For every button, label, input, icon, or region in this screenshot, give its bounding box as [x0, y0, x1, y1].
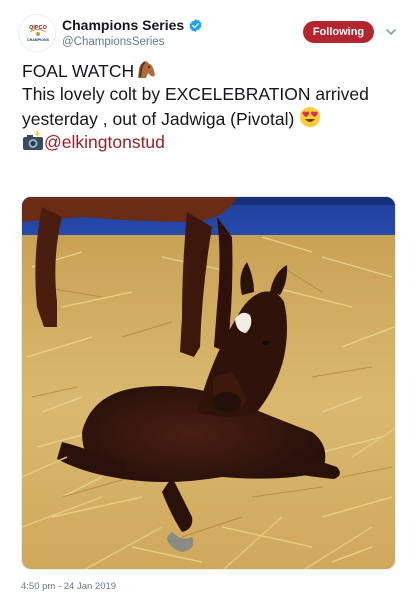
avatar-text-bottom: CHAMPIONS	[27, 38, 50, 42]
display-name[interactable]: Champions Series	[62, 17, 203, 34]
avatar-text-top: QIPCO	[29, 25, 47, 31]
account-handle[interactable]: @ChampionsSeries	[62, 35, 203, 50]
tweet-line-3-text: yesterday , out of Jadwiga (Pivotal)	[22, 109, 295, 129]
verified-badge-icon	[189, 18, 202, 33]
heart-eyes-emoji	[300, 107, 321, 127]
following-button[interactable]: Following	[303, 21, 374, 43]
tweet-line-1-text: FOAL WATCH	[22, 61, 135, 81]
mention-link[interactable]: @elkingtonstud	[44, 132, 165, 152]
chevron-down-icon[interactable]	[384, 25, 398, 39]
display-name-text[interactable]: Champions Series	[62, 17, 184, 34]
qipco-champions-logo-icon: QIPCO CHAMPIONS	[19, 15, 55, 51]
horse-face-emoji	[138, 61, 156, 78]
tweet-timestamp[interactable]: 4:50 pm - 24 Jan 2019	[21, 581, 116, 592]
tweet-photo[interactable]	[21, 196, 396, 570]
account-info: Champions Series @ChampionsSeries	[62, 17, 203, 50]
tweet-line-2: This lovely colt by EXCELEBRATION arrive…	[22, 84, 369, 104]
photo-credit-line: @elkingtonstud	[22, 131, 402, 154]
tweet-card: QIPCO CHAMPIONS Champions Series @Champi…	[0, 0, 417, 601]
foal-photo-image	[22, 197, 395, 569]
tweet-text: FOAL WATCH This lovely colt by EXCELEBRA…	[22, 60, 402, 154]
tweet-line-3: yesterday , out of Jadwiga (Pivotal)	[22, 106, 402, 131]
avatar[interactable]: QIPCO CHAMPIONS	[18, 14, 56, 52]
tweet-line-1: FOAL WATCH	[22, 60, 402, 83]
camera-with-flash-emoji	[23, 131, 43, 150]
